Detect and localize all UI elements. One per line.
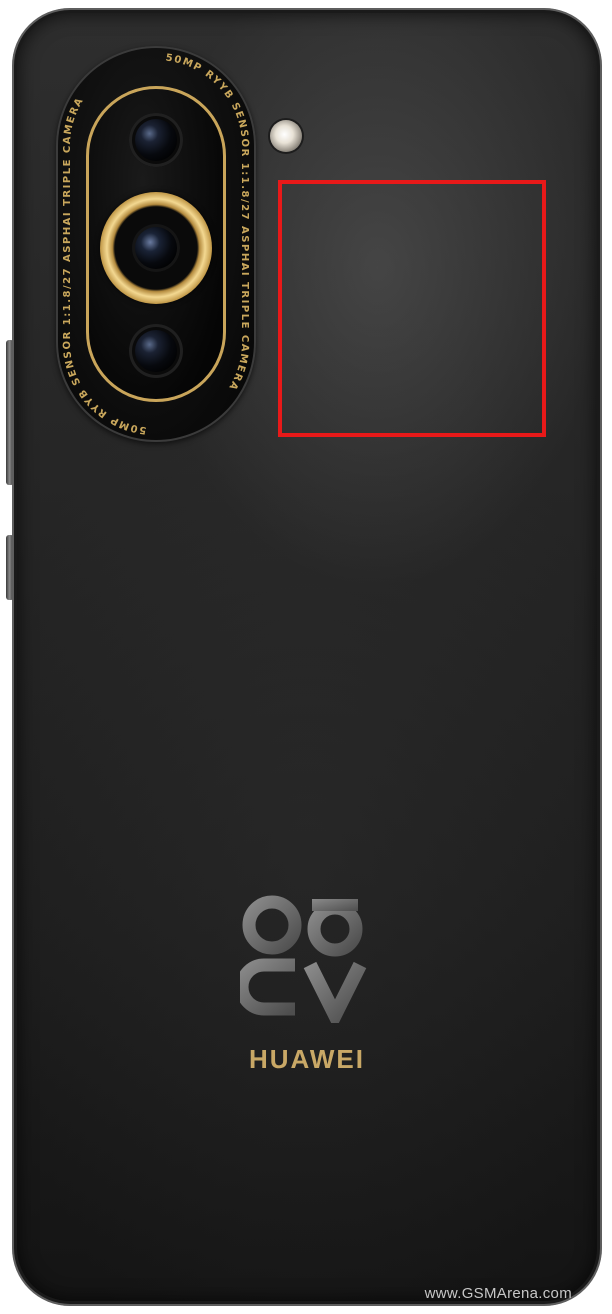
camera-label-triple-right: AI TRIPLE CAMERA (226, 263, 250, 393)
flash-icon (270, 120, 302, 152)
bottom-lens-icon (129, 324, 183, 378)
top-lens-icon (129, 113, 183, 167)
watermark: www.GSMArena.com (424, 1285, 572, 1302)
phone-back: 50MP RYYB SENSOR 1:1.8/27 ASPH. AI TRIPL… (12, 8, 602, 1306)
camera-module: 50MP RYYB SENSOR 1:1.8/27 ASPH. AI TRIPL… (56, 46, 256, 442)
camera-label-triple-left: AI TRIPLE CAMERA (62, 95, 86, 225)
highlight-box (278, 180, 546, 437)
brand-name: HUAWEI (249, 1044, 365, 1074)
nova-logo-icon (240, 895, 367, 1023)
main-lens-icon (132, 224, 180, 272)
product-image: 50MP RYYB SENSOR 1:1.8/27 ASPH. AI TRIPL… (0, 0, 612, 1314)
